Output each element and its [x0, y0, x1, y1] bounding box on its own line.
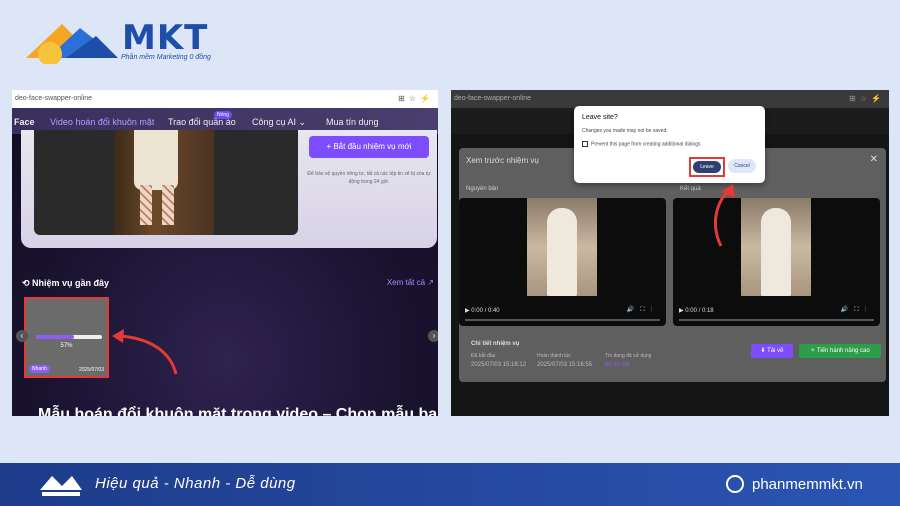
nav-video-face-swap[interactable]: Video hoán đổi khuôn mặt	[50, 117, 154, 127]
footer-website[interactable]: phanmemmkt.vn	[752, 476, 863, 493]
completed-value: 2025/07/03 15:16:55	[537, 362, 593, 368]
person-figure	[134, 130, 178, 190]
task-date: 2025/07/03	[78, 367, 104, 373]
red-arrow-icon	[112, 329, 178, 375]
video-preview[interactable]	[34, 130, 298, 235]
prevent-dialogs-checkbox[interactable]: Prevent this page from creating addition…	[582, 141, 701, 147]
original-video[interactable]: ▶ 0:00 / 0:40 🔊⛶⋮	[459, 198, 666, 326]
person-leg	[140, 185, 152, 225]
progress-fill	[36, 335, 74, 339]
speed-chip: Nhanh	[29, 365, 50, 373]
browser-icons[interactable]: ⊞☆⚡	[849, 94, 885, 103]
recent-tasks-title: ⟲ Nhiệm vụ gần đây	[22, 278, 110, 288]
url-text: deo-face-swapper-online	[454, 95, 532, 102]
url-text: deo-face-swapper-online	[15, 95, 93, 102]
checkbox-icon[interactable]	[582, 141, 588, 147]
footer-banner: Hiệu quả - Nhanh - Dễ dùng phanmemmkt.vn	[0, 463, 900, 506]
result-label: Kết quả	[680, 186, 701, 192]
upload-card: + Bắt đầu nhiệm vụ mới Để bảo vệ quyền r…	[21, 130, 437, 248]
original-label: Nguyên bản	[466, 186, 499, 192]
address-bar[interactable]: deo-face-swapper-online ⊞☆⚡	[12, 90, 438, 108]
nav-ai-tools[interactable]: Công cụ AI ⌄	[252, 117, 306, 128]
leave-highlight: Leave	[689, 157, 725, 177]
mkt-logo: MKT Phần mềm Marketing 0 đồng	[22, 14, 222, 66]
right-screenshot: deo-face-swapper-online ⊞☆⚡ Xem trước nh…	[451, 90, 889, 416]
leave-button[interactable]: Leave	[693, 161, 721, 173]
nav-buy-credits[interactable]: Mua tín dụng	[326, 117, 379, 127]
progress-bar	[36, 335, 102, 339]
mkt-logo-mark	[26, 24, 118, 66]
started-value: 2025/07/03 15:16:12	[471, 362, 527, 368]
video-time: ▶ 0:00 / 0:18	[679, 308, 714, 314]
result-video[interactable]: ▶ 0:00 / 0:18 🔊⛶⋮	[673, 198, 880, 326]
red-arrow-icon	[714, 184, 735, 247]
templates-heading: Mẫu hoán đổi khuôn mặt trong video – Chọ…	[38, 406, 438, 416]
person-leg	[162, 185, 174, 225]
video-seek-bar[interactable]	[679, 319, 874, 321]
start-new-task-button[interactable]: + Bắt đầu nhiệm vụ mới	[309, 136, 429, 158]
credits-label: Tín dụng đã sử dụng	[605, 353, 652, 359]
logo-tagline: Phần mềm Marketing 0 đồng	[121, 54, 211, 61]
video-time: ▶ 0:00 / 0:40	[465, 308, 500, 314]
close-icon[interactable]: ✕	[870, 154, 878, 165]
browser-icons[interactable]: ⊞☆⚡	[398, 94, 434, 103]
video-controls[interactable]: 🔊⛶⋮	[627, 306, 658, 314]
modal-title: Xem trước nhiệm vụ	[466, 156, 539, 165]
globe-icon	[726, 475, 744, 493]
task-details-title: Chi tiết nhiệm vụ	[471, 341, 520, 347]
left-screenshot: deo-face-swapper-online ⊞☆⚡ Face Video h…	[12, 90, 438, 416]
mkt-logo-mark	[40, 476, 82, 496]
started-label: Đã bắt đầu	[471, 353, 496, 359]
dialog-title: Leave site?	[582, 114, 618, 121]
download-button[interactable]: ⬇ Tải về	[751, 344, 793, 358]
progress-percent: 57%	[60, 343, 73, 349]
privacy-note: Để bảo vệ quyền riêng tư, tất cả các tệp…	[307, 171, 431, 185]
leave-site-dialog: Leave site? Changes you made may not be …	[574, 106, 765, 183]
logo-name: MKT	[122, 18, 209, 58]
credits-value: 60 tín chỉ	[605, 362, 630, 368]
carousel-next-button[interactable]: ›	[428, 330, 438, 342]
page-body: + Bắt đầu nhiệm vụ mới Để bảo vệ quyền r…	[12, 130, 438, 416]
task-card[interactable]: 57% Nhanh 2025/07/03	[24, 297, 109, 378]
video-frame	[527, 198, 597, 296]
completed-label: Hoàn thành lúc	[537, 353, 571, 359]
footer-slogan: Hiệu quả - Nhanh - Dễ dùng	[95, 475, 296, 492]
video-seek-bar[interactable]	[465, 319, 660, 321]
see-all-link[interactable]: Xem tất cả ↗	[387, 278, 434, 287]
dialog-message: Changes you made may not be saved.	[582, 128, 668, 134]
video-frame	[741, 198, 811, 296]
task-preview-modal: Xem trước nhiệm vụ ✕ Nguyên bản Kết quả …	[459, 148, 886, 382]
person-figure	[547, 208, 577, 296]
video-controls[interactable]: 🔊⛶⋮	[841, 306, 872, 314]
carousel-prev-button[interactable]: ‹	[16, 330, 28, 342]
nav-brand[interactable]: Face	[14, 117, 35, 127]
hot-badge: Nóng	[214, 111, 232, 119]
cancel-button[interactable]: Cancel	[728, 159, 756, 173]
chevron-down-icon: ⌄	[298, 117, 307, 127]
person-figure	[761, 208, 791, 296]
advanced-button[interactable]: ✧ Tiến hành nâng cao	[799, 344, 881, 358]
